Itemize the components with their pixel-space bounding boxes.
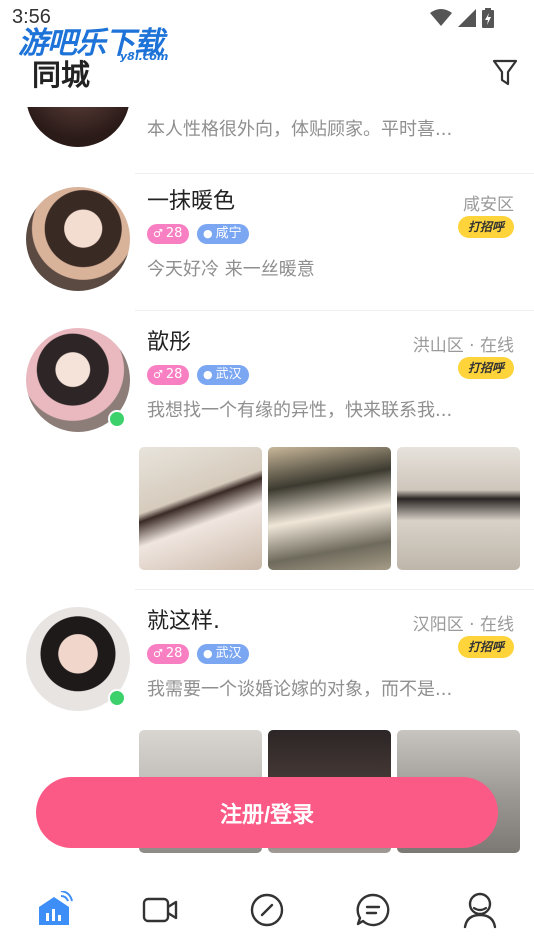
greet-button[interactable]: 打招呼 — [457, 636, 514, 658]
greet-button[interactable]: 打招呼 — [457, 357, 514, 379]
city-badge: ● 咸宁 — [197, 224, 249, 244]
user-bio: 我需要一个谈婚论嫁的对象，而不是... — [147, 679, 453, 700]
user-bio: 今天好冷 来一丝暖意 — [147, 259, 315, 280]
filter-icon — [492, 59, 518, 86]
gender-icon: ♂ — [153, 227, 163, 240]
user-feed[interactable]: 本人性格很外向，体贴顾家。平时喜... 一抹暖色 咸安区 打招呼 ♂ 28 ● … — [0, 107, 534, 867]
user-name: 歆彤 — [147, 330, 192, 355]
profile-icon — [463, 892, 497, 929]
online-indicator — [108, 410, 126, 428]
user-photo[interactable] — [397, 447, 520, 570]
age-badge: ♂ 28 — [147, 365, 190, 385]
city-badge: ● 武汉 — [197, 365, 249, 385]
age-value: 28 — [165, 367, 183, 382]
user-photo[interactable] — [139, 447, 262, 570]
divider — [135, 310, 534, 311]
tab-video[interactable] — [140, 890, 180, 930]
page-title: 同城 — [32, 58, 91, 92]
battery-icon — [482, 8, 494, 28]
register-login-button[interactable]: 注册/登录 — [36, 777, 498, 848]
city-value: 咸宁 — [215, 226, 242, 241]
greet-button[interactable]: 打招呼 — [457, 216, 514, 238]
gender-icon: ♂ — [153, 647, 163, 660]
user-bio: 我想找一个有缘的异性，快来联系我... — [147, 400, 453, 421]
user-card[interactable]: 歆彤 洪山区 · 在线 打招呼 ♂ 28 ● 武汉 我想找一个有缘的异性，快来联… — [0, 310, 534, 590]
location-pin-icon: ● — [203, 227, 213, 240]
user-name: 就这样. — [147, 609, 220, 634]
location-pin-icon: ● — [203, 647, 213, 660]
filter-button[interactable] — [491, 57, 519, 87]
age-badge: ♂ 28 — [147, 224, 190, 244]
user-bio: 本人性格很外向，体贴顾家。平时喜... — [147, 119, 453, 140]
gender-icon: ♂ — [153, 368, 163, 381]
watermark-url: y8l.com — [120, 50, 169, 63]
age-value: 28 — [165, 226, 183, 241]
divider — [135, 589, 534, 590]
user-card[interactable]: 一抹暖色 咸安区 打招呼 ♂ 28 ● 咸宁 今天好冷 来一丝暖意 — [0, 173, 534, 313]
user-name: 一抹暖色 — [147, 189, 236, 214]
user-location: 洪山区 · 在线 — [412, 336, 514, 356]
age-value: 28 — [165, 646, 183, 661]
signal-icon — [458, 9, 476, 27]
city-value: 武汉 — [215, 646, 242, 661]
avatar[interactable] — [26, 187, 130, 291]
home-signal-icon — [39, 891, 73, 925]
tab-profile[interactable] — [460, 890, 500, 930]
user-photo[interactable] — [268, 447, 391, 570]
avatar[interactable] — [26, 107, 130, 147]
wifi-icon — [430, 9, 452, 26]
compass-icon — [250, 893, 284, 927]
city-badge: ● 武汉 — [197, 644, 249, 664]
video-icon — [142, 897, 178, 923]
city-value: 武汉 — [215, 367, 242, 382]
age-badge: ♂ 28 — [147, 644, 190, 664]
bottom-tab-bar — [0, 870, 534, 949]
divider — [135, 173, 534, 174]
status-icons — [430, 8, 494, 28]
user-location: 汉阳区 · 在线 — [412, 615, 514, 635]
tab-messages[interactable] — [353, 890, 393, 930]
user-location: 咸安区 — [463, 195, 514, 215]
tab-discover[interactable] — [247, 890, 287, 930]
tab-home[interactable] — [34, 890, 74, 930]
message-icon — [356, 893, 390, 927]
online-indicator — [108, 689, 126, 707]
user-card[interactable]: 本人性格很外向，体贴顾家。平时喜... — [0, 107, 534, 173]
location-pin-icon: ● — [203, 368, 213, 381]
